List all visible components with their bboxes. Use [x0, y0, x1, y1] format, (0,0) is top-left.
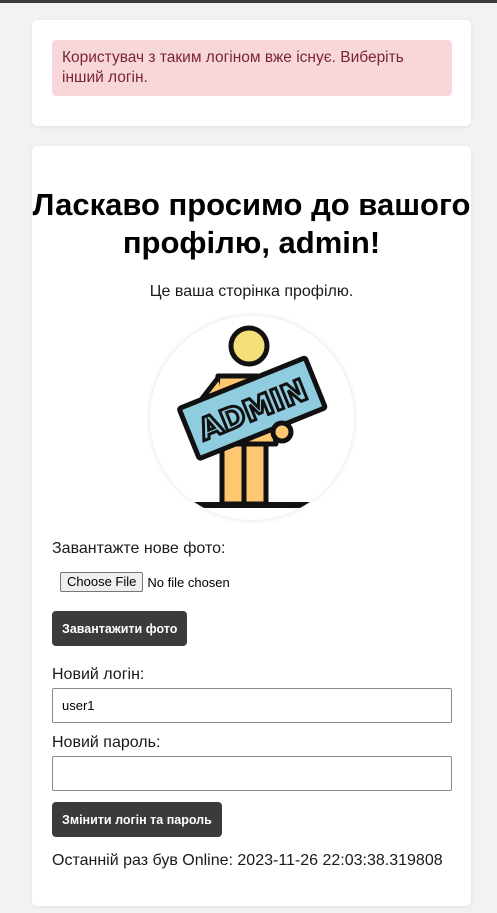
admin-avatar-image: ADMIN — [177, 325, 328, 508]
file-input[interactable]: Choose File No file chosen — [60, 572, 230, 592]
upload-photo-button[interactable]: Завантажити фото — [52, 611, 188, 646]
page-subtitle: Це ваша сторінка профілю. — [149, 283, 354, 300]
last-online-text: Останній раз був Online: 2023-11-26 22:0… — [52, 852, 443, 869]
profile-card: Ласкаво просимо до вашого профілю, admin… — [32, 146, 471, 906]
new-password-input[interactable] — [52, 756, 452, 791]
new-login-input[interactable] — [52, 688, 452, 723]
alert-card: Користувач з таким логіном вже існує. Ви… — [32, 20, 471, 126]
new-login-label: Новий логін: — [52, 666, 145, 683]
top-border — [0, 0, 497, 3]
new-password-label: Новий пароль: — [52, 734, 161, 751]
avatar: ADMIN — [150, 316, 354, 520]
page-title: Ласкаво просимо до вашого профілю, admin… — [32, 187, 471, 260]
error-alert: Користувач з таким логіном вже існує. Ви… — [52, 40, 452, 96]
change-credentials-button[interactable]: Змінити логін та пароль — [52, 802, 222, 837]
choose-file-button[interactable]: Choose File — [60, 572, 144, 592]
file-status: No file chosen — [147, 574, 230, 590]
upload-photo-label: Завантажте нове фото: — [52, 540, 226, 557]
